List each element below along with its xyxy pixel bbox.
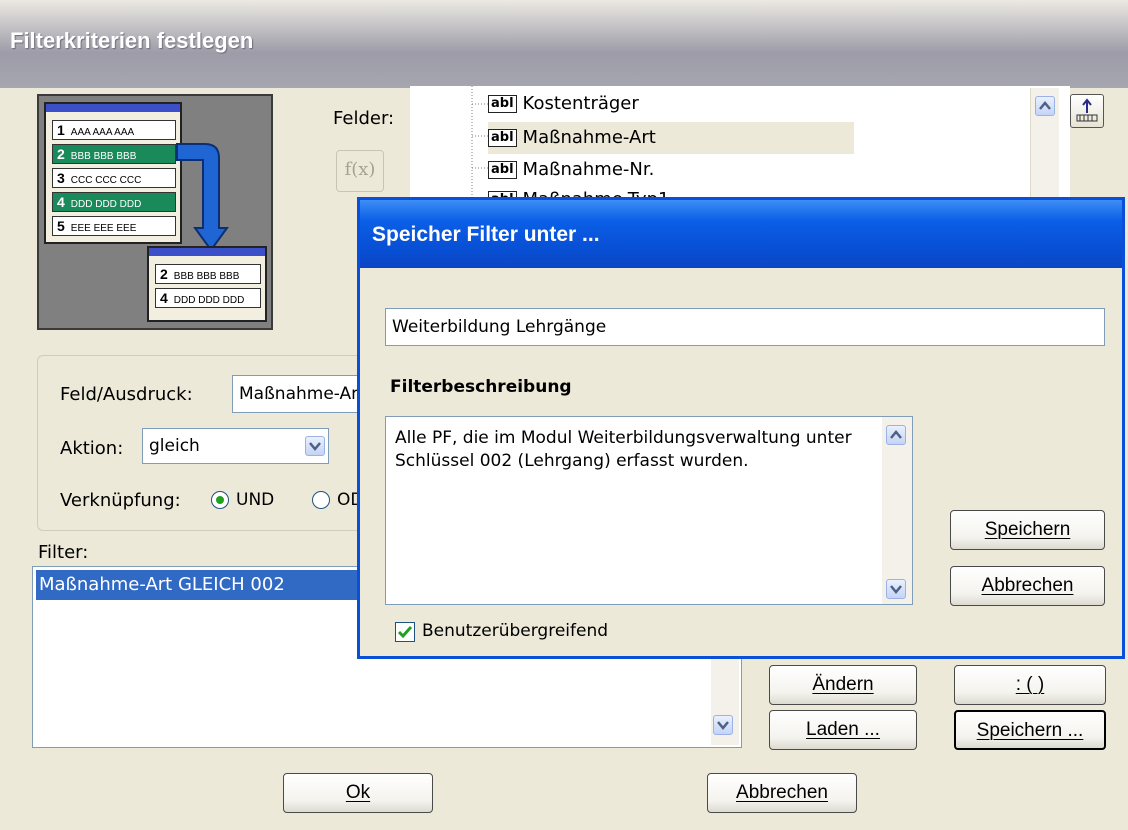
chevron-down-icon[interactable] — [886, 579, 906, 599]
modal-cancel-button[interactable]: Abbrechen — [950, 566, 1105, 606]
radio-and[interactable] — [211, 491, 229, 509]
description-scrollbar[interactable] — [882, 417, 912, 604]
list-item[interactable]: abl Maßnahme-Art — [488, 122, 854, 154]
list-item[interactable]: abl Kostenträger — [488, 88, 639, 120]
load-button[interactable]: Laden ... — [769, 710, 917, 750]
fx-button[interactable]: f(x) — [336, 150, 384, 192]
text-field-icon: abl — [488, 95, 517, 113]
modal-title-bar[interactable]: Speicher Filter unter ... — [360, 200, 1122, 268]
fields-label: Felder: — [333, 108, 395, 129]
modal-title: Speicher Filter unter ... — [372, 223, 600, 246]
radio-or[interactable] — [312, 491, 330, 509]
save-filter-dialog: Speicher Filter unter ... Filterbeschrei… — [357, 197, 1125, 659]
text-field-icon: abl — [488, 161, 517, 179]
change-button[interactable]: Ändern — [769, 665, 917, 705]
save-as-button[interactable]: Speichern ... — [954, 710, 1106, 750]
action-select-value: gleich — [149, 436, 200, 456]
text-field-icon: abl — [488, 129, 517, 147]
source-table-graphic: 1 AAA AAA AAA 2 BBB BBB BBB 3 CCC CCC CCC 4… — [44, 102, 182, 244]
link-label: Verknüpfung: — [60, 490, 181, 511]
filter-name-input[interactable] — [385, 308, 1105, 346]
paren-button[interactable]: : ( ) — [954, 665, 1106, 705]
main-title: Filterkriterien festlegen — [10, 28, 254, 53]
table-row: 2 BBB BBB BBB — [52, 144, 176, 164]
ok-button[interactable]: Ok — [283, 773, 433, 813]
table-row: 1 AAA AAA AAA — [52, 120, 176, 140]
table-row: 4 DDD DDD DDD — [52, 192, 176, 212]
radio-and-label: UND — [236, 490, 275, 510]
action-label: Aktion: — [60, 438, 124, 459]
description-textarea[interactable]: Alle PF, die im Modul Weiterbildungsverw… — [385, 416, 913, 605]
arrow-down-icon — [176, 143, 229, 252]
description-text: Alle PF, die im Modul Weiterbildungsverw… — [395, 428, 852, 471]
chevron-down-icon[interactable] — [305, 436, 325, 456]
result-table-graphic: 2 BBB BBB BBB 4 DDD DDD DDD — [147, 246, 267, 322]
description-label: Filterbeschreibung — [390, 377, 572, 397]
sort-icon[interactable] — [1070, 94, 1104, 128]
cross-user-checkbox[interactable] — [395, 622, 415, 642]
table-row: 2 BBB BBB BBB — [155, 264, 261, 284]
table-row: 4 DDD DDD DDD — [155, 288, 261, 308]
list-item[interactable]: abl Maßnahme-Nr. — [488, 154, 654, 186]
filter-label: Filter: — [38, 542, 89, 563]
cross-user-label: Benutzerübergreifend — [422, 621, 609, 641]
chevron-down-icon[interactable] — [713, 715, 733, 735]
tree-lines — [471, 86, 488, 206]
main-title-bar[interactable]: Filterkriterien festlegen — [0, 0, 1128, 88]
checkmark-icon — [397, 626, 413, 639]
table-row: 5 EEE EEE EEE — [52, 216, 176, 236]
action-select[interactable]: gleich — [142, 428, 329, 464]
modal-save-button[interactable]: Speichern — [950, 510, 1105, 550]
field-expr-label: Feld/Ausdruck: — [60, 384, 193, 405]
cancel-button[interactable]: Abbrechen — [707, 773, 857, 813]
scroll-up-icon[interactable] — [886, 425, 906, 445]
filter-illustration: 1 AAA AAA AAA 2 BBB BBB BBB 3 CCC CCC CCC 4… — [37, 94, 273, 330]
table-row: 3 CCC CCC CCC — [52, 168, 176, 188]
list-item[interactable]: Maßnahme-Art GLEICH 002 — [36, 570, 406, 600]
scroll-up-icon[interactable] — [1035, 96, 1055, 116]
